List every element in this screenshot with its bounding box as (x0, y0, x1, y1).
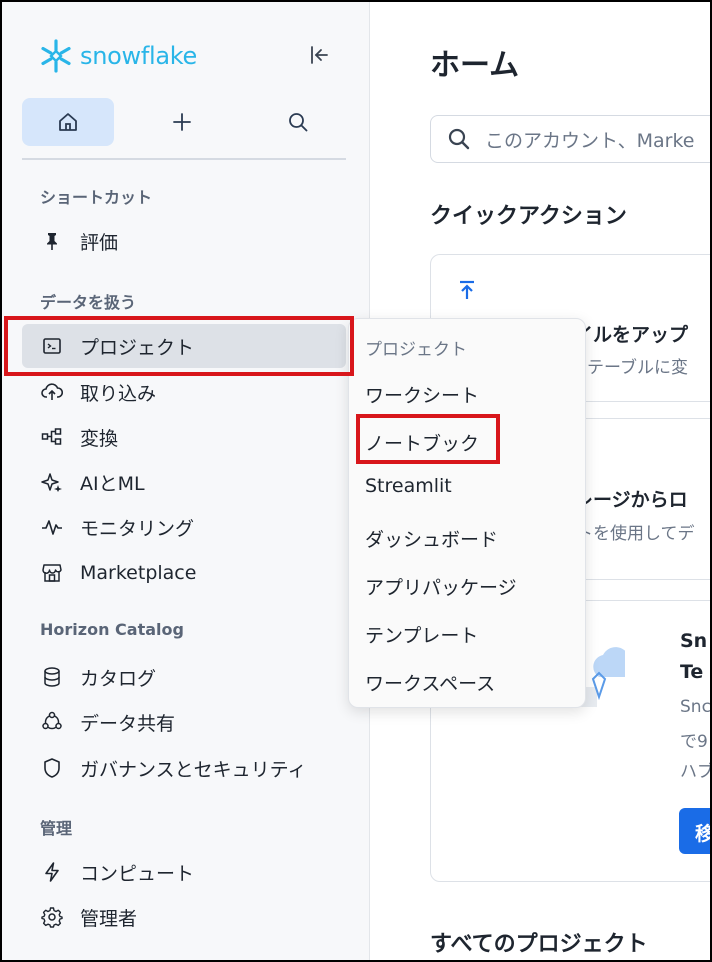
sidebar-item-administrator[interactable]: 管理者 (22, 895, 346, 939)
sidebar-item-label: 管理者 (80, 907, 138, 930)
page-title: ホーム (430, 48, 520, 83)
transform-flow-icon (40, 425, 64, 449)
section-work-with-data: データを扱う (40, 293, 137, 312)
search-icon (289, 113, 308, 132)
search-input[interactable]: このアカウント、Marke (430, 115, 712, 163)
menu-item-templates[interactable]: テンプレート (365, 621, 478, 648)
card3-desc-line1: Snc (680, 697, 711, 717)
sidebar-item-marketplace[interactable]: Marketplace (22, 551, 346, 595)
search-button[interactable] (252, 98, 344, 146)
sidebar-item-label: 評価 (80, 231, 119, 254)
collapse-sidebar-button[interactable] (306, 42, 332, 68)
sidebar-item-label: モニタリング (80, 517, 195, 540)
home-button[interactable] (22, 98, 114, 146)
quick-actions-heading: クイックアクション (430, 204, 627, 229)
sidebar-item-ai-ml[interactable]: AIとML (22, 460, 346, 504)
card3-desc-line2: で9 (680, 732, 708, 752)
storefront-icon (40, 561, 64, 585)
sidebar-item-label: コンピュート (80, 862, 195, 885)
sparkle-icon (40, 470, 64, 494)
card2-title: レージからロ (574, 489, 688, 511)
sidebar-item-data-sharing[interactable]: データ共有 (22, 700, 346, 744)
sidebar-item-evaluation[interactable]: 評価 (22, 219, 346, 263)
sidebar-item-label: データ共有 (80, 712, 176, 735)
gear-icon (40, 905, 64, 929)
brand-name: snowflake (80, 42, 197, 70)
highlight-projects (4, 316, 354, 376)
cloud-upload-icon (40, 380, 64, 404)
sidebar-item-label: 変換 (80, 427, 119, 450)
snowflake-logo[interactable]: snowflake (38, 38, 197, 74)
section-shortcuts: ショートカット (40, 188, 153, 207)
sidebar-item-label: 取り込み (80, 382, 157, 405)
collapse-left-icon (311, 46, 328, 64)
lightning-icon (40, 860, 64, 884)
all-projects-heading: すべてのプロジェクト (430, 932, 648, 957)
highlight-notebooks (356, 414, 500, 464)
top-nav (22, 98, 346, 160)
create-button[interactable] (136, 98, 228, 146)
sidebar: snowflake ショートカット 評価 データを扱う プロジェクト 取り込み … (2, 2, 370, 960)
section-horizon-catalog: Horizon Catalog (40, 620, 184, 639)
card3-title-line1: Sn (680, 630, 708, 652)
section-admin: 管理 (40, 819, 73, 838)
sidebar-item-monitoring[interactable]: モニタリング (22, 505, 346, 549)
card1-subtitle: くテーブルに変 (570, 358, 688, 378)
menu-item-app-packages[interactable]: アプリパッケージ (365, 573, 517, 600)
search-icon (447, 127, 471, 151)
card3-action-button[interactable]: 移 (679, 808, 712, 854)
menu-item-worksheets[interactable]: ワークシート (365, 381, 479, 408)
card3-desc-line3: ハブ (680, 762, 712, 782)
upload-arrow-icon (457, 279, 477, 305)
search-placeholder: このアカウント、Marke (485, 129, 695, 152)
plus-icon (173, 113, 191, 131)
card3-title-line2: Te (680, 661, 704, 683)
sidebar-item-label: AIとML (80, 472, 145, 495)
card2-subtitle: トを使用してデ (576, 524, 695, 544)
sidebar-item-compute[interactable]: コンピュート (22, 850, 346, 894)
share-network-icon (40, 710, 64, 734)
card3-action-label: 移 (695, 823, 712, 845)
activity-pulse-icon (40, 515, 64, 539)
sidebar-item-ingestion[interactable]: 取り込み (22, 370, 346, 414)
snowflake-logo-icon (41, 39, 71, 73)
menu-item-streamlit[interactable]: Streamlit (365, 475, 452, 497)
sidebar-item-catalog[interactable]: カタログ (22, 655, 346, 699)
database-icon (40, 665, 64, 689)
sidebar-item-label: Marketplace (80, 562, 197, 584)
sidebar-item-label: カタログ (80, 667, 157, 690)
card1-title: イルをアップ (574, 324, 689, 346)
sidebar-item-governance[interactable]: ガバナンスとセキュリティ (22, 746, 346, 790)
pin-icon (40, 229, 64, 253)
sidebar-item-transform[interactable]: 変換 (22, 415, 346, 459)
projects-menu: プロジェクト ワークシート ノートブック Streamlit ダッシュボード ア… (348, 318, 586, 708)
menu-item-dashboards[interactable]: ダッシュボード (365, 525, 498, 552)
menu-item-workspaces[interactable]: ワークスペース (365, 669, 495, 696)
sidebar-item-label: ガバナンスとセキュリティ (80, 758, 307, 781)
menu-header: プロジェクト (365, 340, 467, 360)
shield-icon (40, 756, 64, 780)
home-icon (59, 113, 77, 131)
